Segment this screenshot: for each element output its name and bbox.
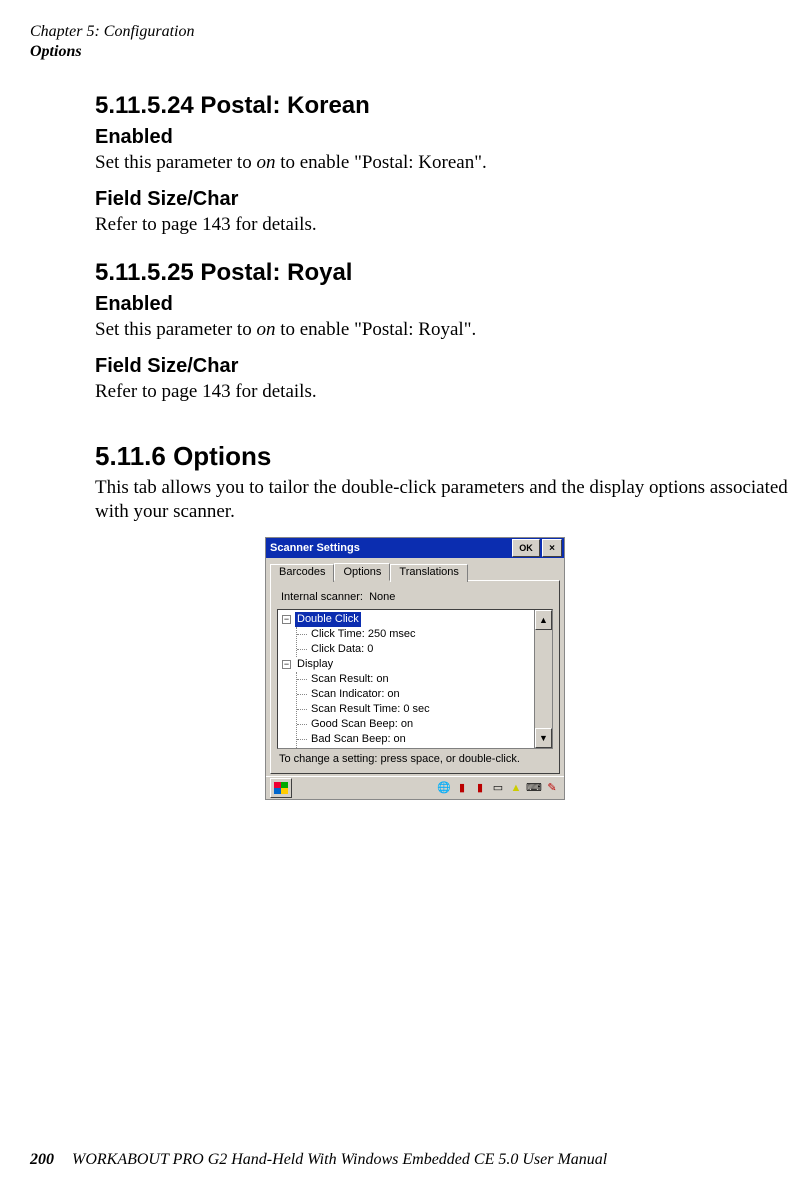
running-header: Chapter 5: Configuration Options <box>30 22 799 62</box>
start-button[interactable] <box>270 778 292 798</box>
subsection-field-size-char: Field Size/Char <box>95 355 794 378</box>
collapse-icon[interactable]: − <box>282 615 291 624</box>
subsection-enabled: Enabled <box>95 293 794 316</box>
ok-button[interactable]: OK <box>512 539 540 557</box>
page-footer: 200 WORKABOUT PRO G2 Hand-Held With Wind… <box>30 1151 769 1169</box>
tree-item[interactable]: Click Time: 250 msec <box>297 627 532 642</box>
tray-keyboard-icon[interactable]: ⌨ <box>526 780 542 796</box>
tray-globe-icon[interactable]: 🌐 <box>436 780 452 796</box>
subsection-enabled: Enabled <box>95 126 794 149</box>
hint-text: To change a setting: press space, or dou… <box>279 753 551 767</box>
tray-pen-icon[interactable]: ✎ <box>544 780 560 796</box>
section-heading-options: 5.11.6 Options <box>95 441 794 472</box>
footer-text: WORKABOUT PRO G2 Hand-Held With Windows … <box>72 1151 607 1168</box>
tab-translations[interactable]: Translations <box>390 564 468 582</box>
tray-card-icon[interactable]: ▭ <box>490 780 506 796</box>
tree-item[interactable]: Scan Result Time: 0 sec <box>297 702 532 717</box>
tray-lock-icon[interactable]: ▲ <box>508 780 524 796</box>
tree-item[interactable]: Soft Scan Timeout: 3 sec <box>297 747 532 749</box>
system-tray: 🌐 ▮ ▮ ▭ ▲ ⌨ ✎ <box>436 780 560 796</box>
internal-scanner-row: Internal scanner: None <box>281 591 553 603</box>
section-heading-postal-royal: 5.11.5.25 Postal: Royal <box>95 259 794 287</box>
subsection-field-size-char: Field Size/Char <box>95 188 794 211</box>
paragraph: Set this parameter to on to enable "Post… <box>95 318 794 343</box>
taskbar: 🌐 ▮ ▮ ▭ ▲ ⌨ ✎ <box>266 776 564 799</box>
internal-scanner-label: Internal scanner: <box>281 591 363 603</box>
page-number: 200 <box>30 1151 54 1168</box>
paragraph: Set this parameter to on to enable "Post… <box>95 151 794 176</box>
tree-item-double-click[interactable]: Double Click <box>295 612 361 627</box>
paragraph: Refer to page 143 for details. <box>95 380 794 405</box>
tab-strip: Barcodes Options Translations <box>270 562 560 580</box>
tree-item[interactable]: Scan Indicator: on <box>297 687 532 702</box>
tray-battery-icon[interactable]: ▮ <box>454 780 470 796</box>
tab-barcodes[interactable]: Barcodes <box>270 564 334 582</box>
close-button[interactable]: × <box>542 539 562 557</box>
section-heading-postal-korean: 5.11.5.24 Postal: Korean <box>95 92 794 120</box>
window-title: Scanner Settings <box>270 542 510 554</box>
tree-item-display[interactable]: Display <box>295 657 335 672</box>
scroll-up-icon[interactable]: ▲ <box>535 610 552 630</box>
paragraph: This tab allows you to tailor the double… <box>95 476 794 525</box>
header-section: Options <box>30 42 799 62</box>
scanner-settings-dialog: Scanner Settings OK × Barcodes Options T… <box>265 537 565 800</box>
paragraph: Refer to page 143 for details. <box>95 213 794 238</box>
title-bar: Scanner Settings OK × <box>266 538 564 558</box>
tree-item[interactable]: Bad Scan Beep: on <box>297 732 532 747</box>
internal-scanner-value: None <box>369 591 395 603</box>
collapse-icon[interactable]: − <box>282 660 291 669</box>
settings-tree[interactable]: − Double Click Click Time: 250 msec Clic… <box>277 609 553 749</box>
scrollbar[interactable]: ▲ ▼ <box>534 610 552 748</box>
tray-status-icon[interactable]: ▮ <box>472 780 488 796</box>
tree-item[interactable]: Good Scan Beep: on <box>297 717 532 732</box>
tree-item[interactable]: Scan Result: on <box>297 672 532 687</box>
tree-item[interactable]: Click Data: 0 <box>297 642 532 657</box>
scroll-down-icon[interactable]: ▼ <box>535 728 552 748</box>
tab-options[interactable]: Options <box>334 563 390 581</box>
header-chapter: Chapter 5: Configuration <box>30 22 799 42</box>
windows-flag-icon <box>274 782 288 794</box>
